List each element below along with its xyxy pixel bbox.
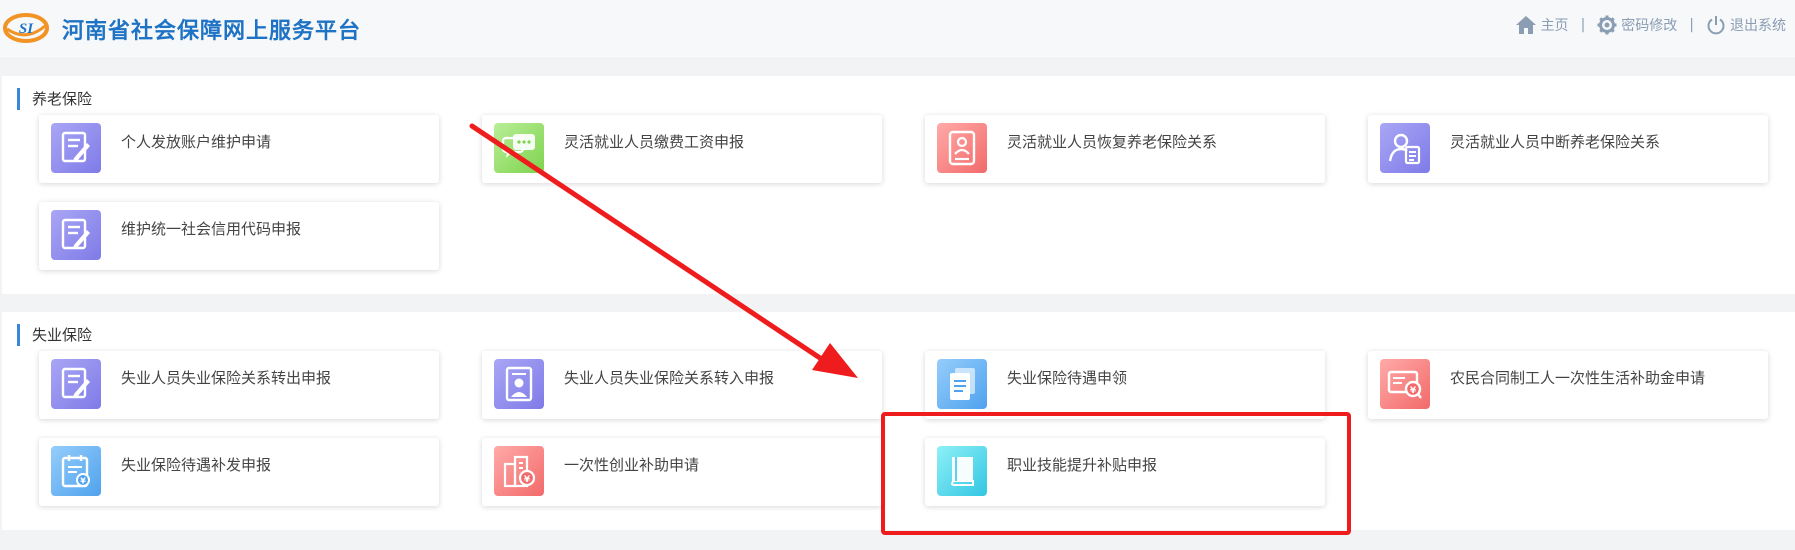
password-change-link[interactable]: 密码修改 — [1597, 15, 1677, 35]
service-card-benefit-reissue[interactable]: ¥ 失业保险待遇补发申报 — [39, 438, 439, 506]
edit-document-icon — [51, 123, 101, 173]
chat-icon — [494, 123, 544, 173]
service-card-label: 维护统一社会信用代码申报 — [121, 220, 302, 238]
si-logo: SI — [3, 12, 49, 44]
service-card-label: 个人发放账户维护申请 — [121, 133, 272, 151]
document-icon — [937, 359, 987, 409]
building-money-icon: ¥ — [494, 446, 544, 496]
top-header: SI 河南省社会保障网上服务平台 主页 | 密码修改 | 退出系统 — [0, 0, 1795, 59]
id-document-icon — [937, 123, 987, 173]
service-card-account-maintenance[interactable]: 个人发放账户维护申请 — [39, 115, 439, 183]
service-card-startup-subsidy[interactable]: ¥ 一次性创业补助申请 — [482, 438, 882, 506]
service-card-label: 灵活就业人员缴费工资申报 — [564, 133, 745, 151]
svg-text:¥: ¥ — [1410, 386, 1417, 396]
brand-title: 河南省社会保障网上服务平台 — [62, 19, 362, 44]
logo-text: SI — [19, 21, 34, 37]
service-card-label: 职业技能提升补贴申报 — [1007, 456, 1158, 474]
section-title: 养老保险 — [17, 88, 92, 110]
home-label: 主页 — [1540, 18, 1569, 34]
service-card-label: 失业人员失业保险关系转出申报 — [121, 369, 332, 387]
service-card-label: 灵活就业人员中断养老保险关系 — [1450, 133, 1661, 151]
user-list-icon — [1380, 123, 1430, 173]
home-icon — [1515, 15, 1537, 35]
service-card-restore-pension[interactable]: 灵活就业人员恢复养老保险关系 — [925, 115, 1325, 183]
person-card-icon — [494, 359, 544, 409]
service-card-interrupt-pension[interactable]: 灵活就业人员中断养老保险关系 — [1368, 115, 1768, 183]
book-icon — [937, 446, 987, 496]
service-card-flexible-wage-declaration[interactable]: 灵活就业人员缴费工资申报 — [482, 115, 882, 183]
service-card-label: 灵活就业人员恢复养老保险关系 — [1007, 133, 1218, 151]
power-icon — [1706, 15, 1726, 35]
nav-separator: | — [1580, 17, 1586, 33]
top-nav: 主页 | 密码修改 | 退出系统 — [1515, 15, 1786, 35]
calendar-money-icon: ¥ — [51, 446, 101, 496]
service-card-farmer-subsidy[interactable]: ¥ 农民合同制工人一次性生活补助金申请 — [1368, 351, 1768, 419]
service-card-label: 失业人员失业保险关系转入申报 — [564, 369, 775, 387]
edit-document-icon — [51, 210, 101, 260]
service-card-label: 失业保险待遇补发申报 — [121, 456, 272, 474]
service-card-transfer-in[interactable]: 失业人员失业保险关系转入申报 — [482, 351, 882, 419]
edit-document-icon — [51, 359, 101, 409]
password-change-label: 密码修改 — [1621, 18, 1678, 34]
gear-icon — [1597, 15, 1617, 35]
svg-text:¥: ¥ — [524, 475, 531, 485]
service-card-label: 失业保险待遇申领 — [1007, 369, 1128, 387]
pension-insurance-section: 养老保险 个人发放账户维护申请 灵活就业人员缴费工资申报 灵活就业人员恢复养老保… — [2, 76, 1795, 294]
service-card-skill-subsidy[interactable]: 职业技能提升补贴申报 — [925, 438, 1325, 506]
unemployment-insurance-section: 失业保险 失业人员失业保险关系转出申报 失业人员失业保险关系转入申报 失业保险待… — [2, 312, 1795, 530]
service-card-credit-code[interactable]: 维护统一社会信用代码申报 — [39, 202, 439, 270]
home-link[interactable]: 主页 — [1515, 15, 1569, 35]
logout-label: 退出系统 — [1730, 18, 1786, 34]
service-card-transfer-out[interactable]: 失业人员失业保险关系转出申报 — [39, 351, 439, 419]
money-search-icon: ¥ — [1380, 359, 1430, 409]
nav-separator: | — [1689, 17, 1694, 33]
service-card-label: 一次性创业补助申请 — [564, 456, 700, 474]
logout-link[interactable]: 退出系统 — [1706, 15, 1786, 35]
service-card-benefit-claim[interactable]: 失业保险待遇申领 — [925, 351, 1325, 419]
service-card-label: 农民合同制工人一次性生活补助金申请 — [1450, 369, 1706, 387]
svg-text:¥: ¥ — [80, 477, 86, 486]
section-title: 失业保险 — [17, 324, 92, 346]
